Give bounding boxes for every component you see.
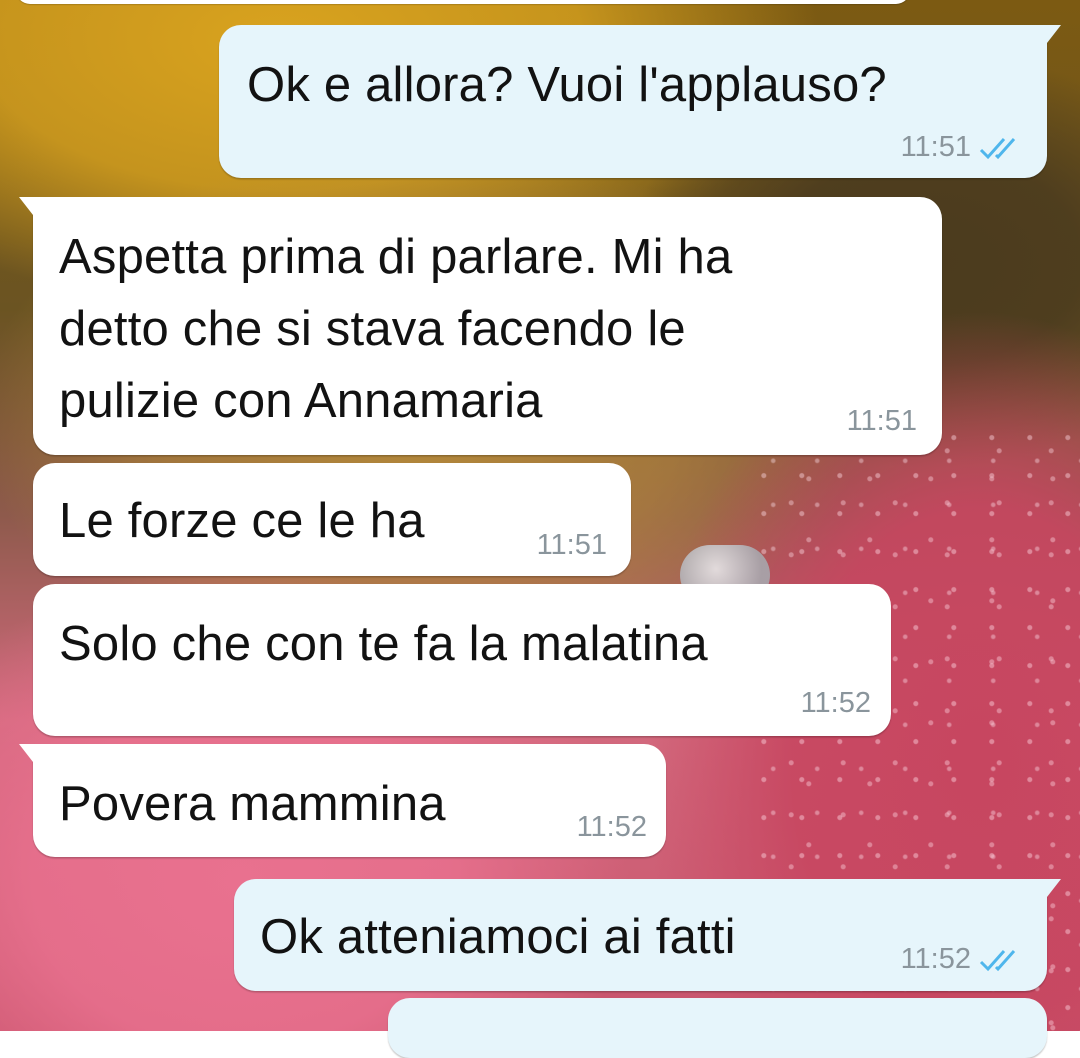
- message-time: 11:52: [800, 687, 871, 719]
- message-bubble-incoming[interactable]: Le forze ce le ha 11:51: [33, 463, 631, 576]
- message-text: Solo che con te fa la malatina: [59, 617, 708, 671]
- message-time: 11:51: [846, 405, 917, 437]
- message-time: 11:52: [576, 811, 647, 843]
- message-bubble-outgoing[interactable]: Ok atteniamoci ai fatti 11:52: [234, 879, 1061, 991]
- message-bubble-incoming[interactable]: Aspetta prima di parlare. Mi ha detto ch…: [19, 197, 942, 455]
- message-meta: 11:51: [847, 405, 917, 438]
- message-text: Aspetta prima di parlare. Mi ha detto ch…: [59, 230, 733, 428]
- message-meta: 11:51: [537, 529, 607, 562]
- double-check-icon: [979, 949, 1016, 971]
- message-time: 11:51: [900, 131, 971, 163]
- bubble-tail: [1047, 879, 1061, 897]
- double-check-icon: [979, 137, 1016, 159]
- message-bubble-outgoing[interactable]: Ok e allora? Vuoi l'applauso? 11:51: [219, 25, 1061, 178]
- bubble-tail: [1047, 25, 1061, 43]
- previous-message-bubble[interactable]: [16, 0, 910, 4]
- message-meta: 11:52: [801, 687, 871, 720]
- message-text: Ok e allora? Vuoi l'applauso?: [247, 58, 887, 112]
- message-meta: 11:51: [901, 131, 1025, 164]
- message-bubble-incoming[interactable]: Povera mammina 11:52: [19, 744, 666, 857]
- bubble-tail: [19, 197, 33, 215]
- message-time: 11:51: [536, 529, 607, 561]
- bubble-tail: [19, 744, 33, 762]
- message-text: Ok atteniamoci ai fatti: [260, 910, 736, 964]
- message-meta: 11:52: [901, 943, 1025, 976]
- message-bubble-incoming[interactable]: Solo che con te fa la malatina 11:52: [33, 584, 891, 736]
- message-bubble-outgoing-partial[interactable]: [388, 998, 1047, 1058]
- message-meta: 11:52: [577, 811, 647, 844]
- message-text: Povera mammina: [59, 777, 446, 831]
- message-time: 11:52: [900, 943, 971, 975]
- message-text: Le forze ce le ha: [59, 494, 425, 548]
